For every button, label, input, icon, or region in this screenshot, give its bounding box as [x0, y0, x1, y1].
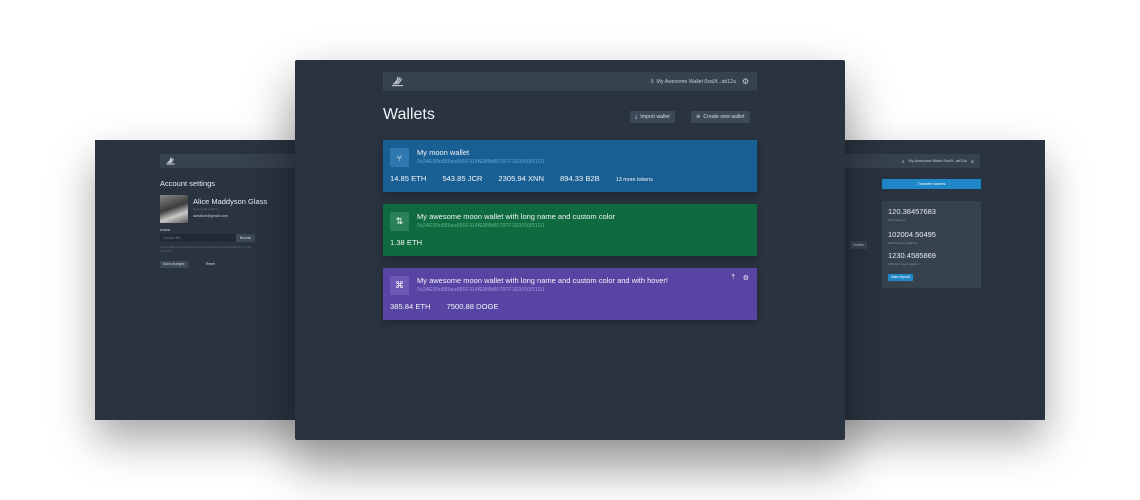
- account-selector[interactable]: My Awesome Wallet 0xa0f...ab12a: [657, 79, 736, 85]
- token-balance: 894.33 B2B: [560, 174, 600, 183]
- account-topbar: [160, 154, 315, 168]
- download-icon: ⤓: [635, 113, 638, 120]
- wallet-name: My awesome moon wallet with long name an…: [417, 276, 668, 285]
- wallet-card[interactable]: ⇅ My awesome moon wallet with long name a…: [383, 204, 757, 256]
- fork-icon: ⑂: [390, 148, 409, 167]
- avatar-help-text: Your avatar is projected and will be use…: [160, 245, 252, 253]
- wallet-balances: 1.38 ETH: [390, 238, 422, 247]
- create-wallet-label: Create new wallet: [703, 114, 745, 120]
- token-balance: 385.84 ETH: [390, 302, 431, 311]
- balance-card: 120.38457683 ETH balance 102004.50495 ER…: [882, 201, 981, 288]
- more-tokens-link[interactable]: 13 more tokens: [616, 177, 653, 183]
- avatar-label: Avatar: [160, 228, 171, 232]
- wallet-balances: 385.84 ETH 7500.88 DOGE: [390, 302, 498, 311]
- gear-icon[interactable]: ⚙: [743, 274, 749, 282]
- transfer-tokens-button[interactable]: Transfer tokens: [882, 179, 981, 189]
- token-balance: 7500.88 DOGE: [446, 302, 499, 311]
- wallet-address: 0x2AE99c889ea685F314fE88fb80787F1E5000f3…: [417, 159, 545, 165]
- erc223-balance-caption: ERC223 token balance: [888, 262, 919, 266]
- wallets-window: ⇕ My Awesome Wallet 0xa0f...ab12a ⚙ Wall…: [295, 60, 845, 440]
- wallet-name: My awesome moon wallet with long name an…: [417, 212, 616, 221]
- token-balance: 1.38 ETH: [390, 238, 423, 247]
- browse-button[interactable]: Browse: [236, 234, 255, 242]
- logo-icon[interactable]: [166, 157, 175, 165]
- wallet-address: 0x2AE99c889ea685F314fE88fb80787F1E5000f3…: [417, 287, 545, 293]
- token-balance: 14.85 ETH: [390, 174, 427, 183]
- logo-icon[interactable]: [391, 76, 404, 87]
- avatar: [160, 195, 188, 223]
- account-settings-window: Account settings Alice Maddyson Glass He…: [95, 140, 315, 420]
- wallet-address: 0x2AE99c889ea685F314fE88fb80787F1E5000f3…: [417, 223, 545, 229]
- wallet-name: My moon wallet: [417, 148, 470, 157]
- gear-icon[interactable]: ⚙: [971, 159, 974, 164]
- erc20-balance-caption: ERC20 token balance: [888, 241, 918, 245]
- settings-gear-icon[interactable]: ⚙: [742, 77, 749, 86]
- import-wallet-label: Import wallet: [640, 114, 670, 120]
- wallet-balances: 14.85 ETH 543.85 JCR 2305.94 XNN 894.33 B2B…: [390, 174, 653, 183]
- upload-icon[interactable]: ⤒: [732, 274, 735, 282]
- user-name: Alice Maddyson Glass: [193, 197, 268, 206]
- pull-request-icon: ⇅: [390, 212, 409, 231]
- page-title: Wallets: [383, 106, 435, 123]
- user-subtitle: Here is sth sublime: [193, 207, 219, 211]
- save-changes-button[interactable]: Save changes: [160, 261, 188, 268]
- command-icon: ⌘: [390, 276, 409, 295]
- token-balance: 2305.94 XNN: [498, 174, 545, 183]
- token-balance: 543.85 JCR: [442, 174, 483, 183]
- eth-balance-caption: ETH balance: [888, 218, 906, 222]
- erc20-balance-value: 102004.50495: [888, 230, 936, 239]
- detail-topbar: ⇕ My Awesome Wallet 0xa0f...ab12a ⚙: [825, 154, 980, 168]
- erc223-balance-value: 1230.4585869: [888, 251, 936, 260]
- switch-icon: ⇕: [650, 78, 655, 85]
- eth-balance-value: 120.38457683: [888, 207, 936, 216]
- import-wallet-button[interactable]: ⤓ Import wallet: [630, 111, 675, 123]
- create-wallet-button[interactable]: ⊕ Create new wallet: [691, 111, 750, 123]
- reset-button[interactable]: Reset: [206, 261, 215, 268]
- account-settings-title: Account settings: [160, 179, 216, 188]
- wallet-hover-actions: ⤒ ⚙: [732, 274, 749, 282]
- details-button[interactable]: Details: [850, 241, 867, 249]
- screenshot-stage: Account settings Alice Maddyson Glass He…: [0, 0, 1140, 500]
- wallet-detail-window: ⇕ My Awesome Wallet 0xa0f...ab12a ⚙ Tran…: [825, 140, 1045, 420]
- wallet-card[interactable]: ⌘ My awesome moon wallet with long name a…: [383, 268, 757, 320]
- make-deposit-button[interactable]: Make deposit: [888, 274, 913, 281]
- avatar-file-input[interactable]: Choose file...: [160, 234, 236, 242]
- detail-account-selector[interactable]: My Awesome Wallet 0xa0f...ab12a: [909, 159, 967, 163]
- wallet-card[interactable]: ⑂ My moon wallet 0x2AE99c889ea685F314fE88f…: [383, 140, 757, 192]
- plus-circle-icon: ⊕: [696, 114, 701, 120]
- user-email: iamalice@gmail.com: [193, 214, 229, 218]
- main-topbar: ⇕ My Awesome Wallet 0xa0f...ab12a ⚙: [383, 72, 757, 91]
- switch-icon: ⇕: [901, 159, 905, 164]
